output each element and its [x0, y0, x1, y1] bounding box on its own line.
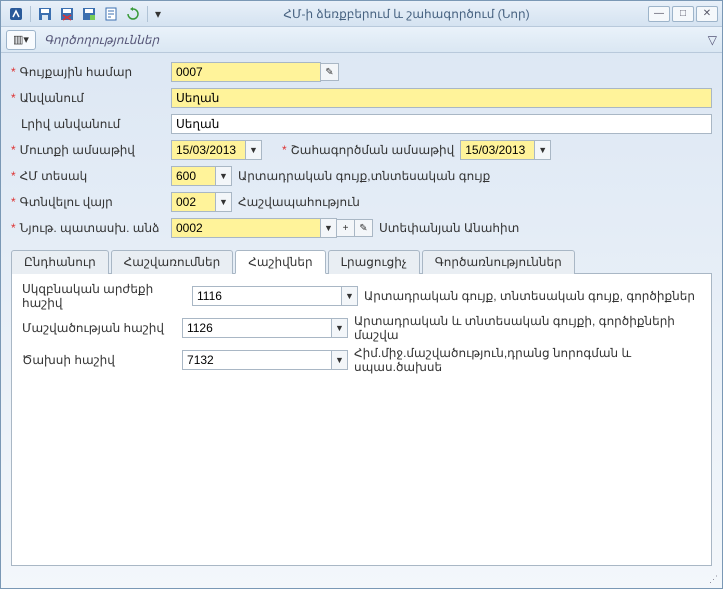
- initial-value-account-input[interactable]: [192, 286, 342, 306]
- exploit-date-input[interactable]: [460, 140, 535, 160]
- inventory-number-input[interactable]: [171, 62, 321, 82]
- entry-date-dropdown[interactable]: ▼: [246, 140, 262, 160]
- toolbar-icons: ▾: [1, 4, 169, 24]
- expense-account-desc: Հիմ.միջ.մաշվածություն,դրանց նորոգման և ս…: [354, 346, 701, 374]
- inventory-number-label: Գույքային համար: [20, 65, 132, 79]
- responsible-desc: Ստեփանյան Անահիտ: [379, 221, 519, 235]
- exploit-date-label: Շահագործման ամսաթիվ: [291, 143, 455, 157]
- location-desc: Հաշվապահություն: [238, 195, 360, 209]
- depreciation-account-label: Մաշվածության հաշիվ: [22, 321, 182, 335]
- titlebar: ▾ ՀՄ-ի ձեռքբերում և շահագործում (Նոր) — …: [1, 1, 722, 27]
- responsible-label: Նյութ. պատասխ. անձ: [20, 221, 160, 235]
- maximize-button[interactable]: □: [672, 6, 694, 22]
- initial-value-account-desc: Արտադրական գույք, տնտեսական գույք, գործի…: [364, 289, 695, 303]
- responsible-dropdown[interactable]: ▼: [321, 218, 337, 238]
- full-name-input[interactable]: [171, 114, 712, 134]
- responsible-input[interactable]: [171, 218, 321, 238]
- tab-body: Սկզբնական արժեքի հաշիվ ▼ Արտադրական գույ…: [11, 274, 712, 566]
- name-input[interactable]: [171, 88, 712, 108]
- location-dropdown[interactable]: ▼: [216, 192, 232, 212]
- expense-account-input[interactable]: [182, 350, 332, 370]
- wand-icon[interactable]: ✎: [321, 63, 339, 81]
- name-label: Անվանում: [20, 91, 84, 105]
- full-name-label: Լրիվ անվանում: [21, 117, 120, 131]
- type-label: ՀՄ տեսակ: [20, 169, 88, 183]
- location-label: Գտնվելու վայր: [20, 195, 113, 209]
- initial-value-account-label: Սկզբնական արժեքի հաշիվ: [22, 282, 192, 310]
- tab-accounting[interactable]: Հաշվառումներ: [111, 250, 234, 274]
- depreciation-account-input[interactable]: [182, 318, 332, 338]
- resize-grip-icon[interactable]: ⋰: [709, 574, 718, 585]
- type-input[interactable]: [171, 166, 216, 186]
- doc-icon[interactable]: [101, 4, 121, 24]
- type-dropdown[interactable]: ▼: [216, 166, 232, 186]
- tab-general[interactable]: Ընդհանուր: [11, 250, 109, 274]
- save-close-icon[interactable]: [57, 4, 77, 24]
- exploit-date-dropdown[interactable]: ▼: [535, 140, 551, 160]
- app-icon[interactable]: [6, 4, 26, 24]
- collapse-icon[interactable]: ▽: [708, 33, 717, 47]
- save-icon[interactable]: [35, 4, 55, 24]
- entry-date-input[interactable]: [171, 140, 246, 160]
- expense-account-label: Ծախսի հաշիվ: [22, 353, 182, 367]
- app-window: ▾ ՀՄ-ի ձեռքբերում և շահագործում (Նոր) — …: [0, 0, 723, 589]
- dropdown-icon[interactable]: ▾: [152, 4, 164, 24]
- depreciation-account-dropdown[interactable]: ▼: [332, 318, 348, 338]
- location-input[interactable]: [171, 192, 216, 212]
- tabs: Ընդհանուր Հաշվառումներ Հաշիվներ Լրացուցի…: [11, 249, 712, 274]
- responsible-edit-button[interactable]: ✎: [355, 219, 373, 237]
- save-new-icon[interactable]: [79, 4, 99, 24]
- statusbar: ⋰: [1, 570, 722, 588]
- expense-account-dropdown[interactable]: ▼: [332, 350, 348, 370]
- responsible-add-button[interactable]: +: [337, 219, 355, 237]
- window-controls: — □ ✕: [644, 6, 722, 22]
- initial-value-account-dropdown[interactable]: ▼: [342, 286, 358, 306]
- close-button[interactable]: ✕: [696, 6, 718, 22]
- window-title: ՀՄ-ի ձեռքբերում և շահագործում (Նոր): [169, 7, 644, 21]
- entry-date-label: Մուտքի ամսաթիվ: [20, 143, 135, 157]
- minimize-button[interactable]: —: [648, 6, 670, 22]
- subbar: ▥▾ Գործողություններ ▽: [1, 27, 722, 53]
- refresh-icon[interactable]: [123, 4, 143, 24]
- content: *Գույքային համար ✎ *Անվանում Լրիվ անվանո…: [1, 53, 722, 570]
- tab-accounts[interactable]: Հաշիվներ: [235, 250, 325, 274]
- type-desc: Արտադրական գույք,տնտեսական գույք: [238, 169, 490, 183]
- tab-additional[interactable]: Լրացուցիչ: [328, 250, 420, 274]
- depreciation-account-desc: Արտադրական և տնտեսական գույքի, գործիքներ…: [354, 314, 701, 342]
- view-mode-button[interactable]: ▥▾: [6, 30, 36, 50]
- actions-label: Գործողություններ: [44, 33, 159, 47]
- tab-operations[interactable]: Գործառնություններ: [422, 250, 575, 274]
